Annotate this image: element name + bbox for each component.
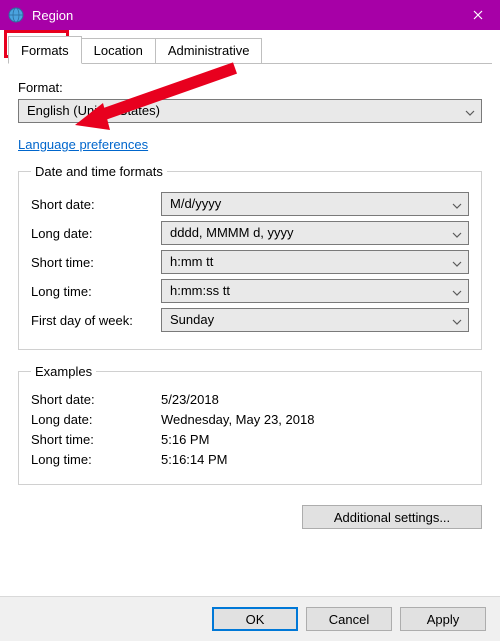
short-time-label: Short time: <box>31 255 161 270</box>
tab-administrative[interactable]: Administrative <box>155 38 263 63</box>
example-long-time-value: 5:16:14 PM <box>161 452 469 467</box>
long-date-combobox[interactable]: dddd, MMMM d, yyyy <box>161 221 469 245</box>
ok-button[interactable]: OK <box>212 607 298 631</box>
examples-group: Examples Short date: 5/23/2018 Long date… <box>18 364 482 485</box>
short-time-combobox[interactable]: h:mm tt <box>161 250 469 274</box>
long-time-value: h:mm:ss tt <box>170 283 230 298</box>
long-date-value: dddd, MMMM d, yyyy <box>170 225 294 240</box>
example-short-time-label: Short time: <box>31 432 161 447</box>
close-button[interactable] <box>455 0 500 30</box>
additional-settings-row: Additional settings... <box>18 499 482 529</box>
example-short-time-value: 5:16 PM <box>161 432 469 447</box>
chevron-down-icon <box>452 257 462 267</box>
short-date-combobox[interactable]: M/d/yyyy <box>161 192 469 216</box>
short-date-value: M/d/yyyy <box>170 196 221 211</box>
example-long-date-value: Wednesday, May 23, 2018 <box>161 412 469 427</box>
example-short-date-value: 5/23/2018 <box>161 392 469 407</box>
short-time-value: h:mm tt <box>170 254 213 269</box>
apply-button[interactable]: Apply <box>400 607 486 631</box>
tab-formats[interactable]: Formats <box>8 36 82 64</box>
short-date-label: Short date: <box>31 197 161 212</box>
first-day-of-week-value: Sunday <box>170 312 214 327</box>
examples-legend: Examples <box>31 364 96 379</box>
language-preferences-link[interactable]: Language preferences <box>18 137 148 152</box>
tab-location[interactable]: Location <box>81 38 156 63</box>
date-time-formats-legend: Date and time formats <box>31 164 167 179</box>
window-title: Region <box>32 8 73 23</box>
chevron-down-icon <box>452 199 462 209</box>
example-long-time-label: Long time: <box>31 452 161 467</box>
chevron-down-icon <box>452 228 462 238</box>
format-combobox[interactable]: English (United States) <box>18 99 482 123</box>
long-date-label: Long date: <box>31 226 161 241</box>
panel-formats: Format: English (United States) Language… <box>0 64 500 537</box>
example-long-date-label: Long date: <box>31 412 161 427</box>
chevron-down-icon <box>465 106 475 116</box>
tab-strip: Formats Location Administrative <box>8 36 492 64</box>
format-value: English (United States) <box>27 103 160 118</box>
dialog-footer: OK Cancel Apply <box>0 596 500 641</box>
example-short-date-label: Short date: <box>31 392 161 407</box>
chevron-down-icon <box>452 286 462 296</box>
first-day-of-week-label: First day of week: <box>31 313 161 328</box>
close-icon <box>473 10 483 20</box>
long-time-label: Long time: <box>31 284 161 299</box>
region-globe-icon <box>8 7 24 23</box>
date-time-formats-group: Date and time formats Short date: M/d/yy… <box>18 164 482 350</box>
cancel-button[interactable]: Cancel <box>306 607 392 631</box>
long-time-combobox[interactable]: h:mm:ss tt <box>161 279 469 303</box>
first-day-of-week-combobox[interactable]: Sunday <box>161 308 469 332</box>
chevron-down-icon <box>452 315 462 325</box>
titlebar: Region <box>0 0 500 30</box>
format-label: Format: <box>18 80 482 95</box>
additional-settings-button[interactable]: Additional settings... <box>302 505 482 529</box>
